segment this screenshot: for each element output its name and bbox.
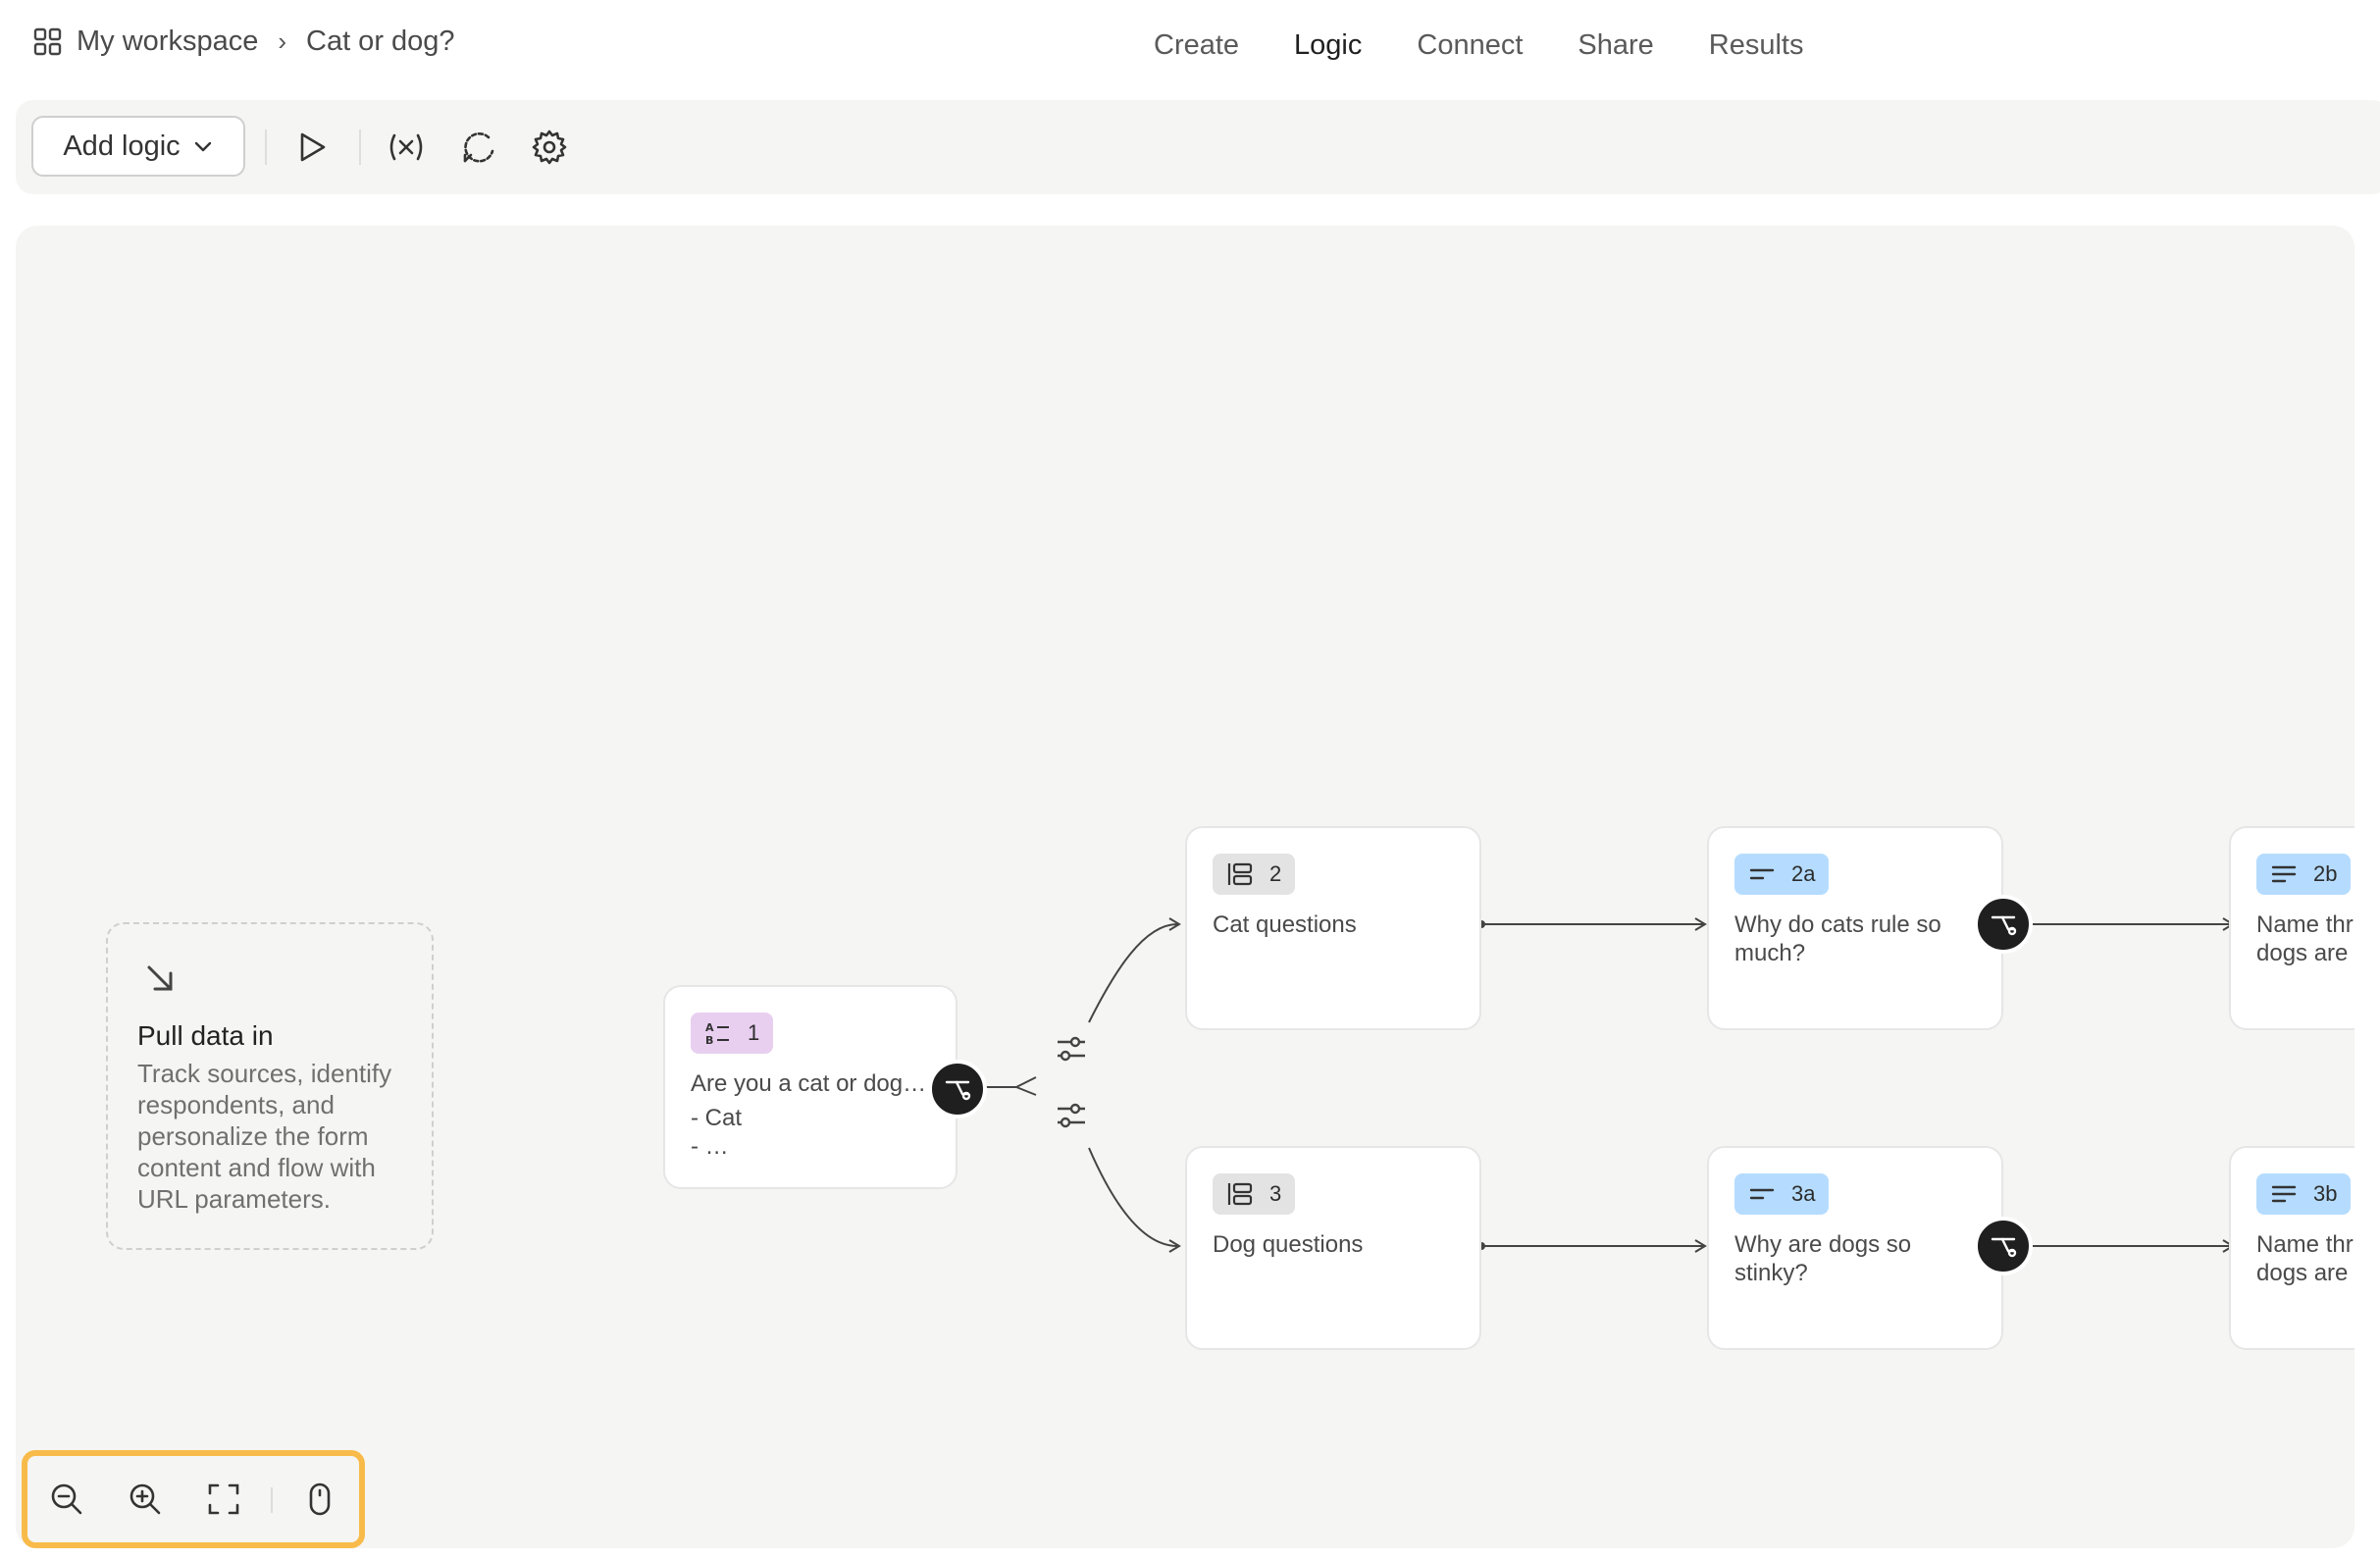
branch-icon[interactable]: [928, 1060, 987, 1118]
chevron-down-icon: [192, 135, 214, 157]
question-badge: 3a: [1734, 1173, 1830, 1215]
question-badge: 2: [1213, 854, 1296, 895]
long-text-icon: [2270, 860, 2298, 888]
question-text: Name thr dogs are: [2256, 1230, 2354, 1287]
tab-results[interactable]: Results: [1682, 29, 1832, 62]
logic-toolbar: Add logic: [16, 100, 2380, 194]
tab-share[interactable]: Share: [1550, 29, 1681, 62]
pull-data-description: Track sources, identify respondents, and…: [137, 1059, 392, 1214]
top-bar: My workspace › Cat or dog? Create Logic …: [0, 0, 2380, 94]
play-preview-icon[interactable]: [292, 128, 332, 167]
fit-to-screen-icon[interactable]: [204, 1480, 243, 1519]
question-node-3b[interactable]: 3b Name thr dogs are: [2229, 1146, 2354, 1350]
question-badge: AB 1: [691, 1013, 774, 1054]
mouse-mode-icon[interactable]: [300, 1480, 339, 1519]
question-text-line: dogs are: [2256, 940, 2349, 966]
group-title: Cat questions: [1213, 911, 1357, 938]
pull-data-title: Pull data in: [137, 1020, 274, 1051]
short-text-icon: [1748, 860, 1776, 888]
svg-text:B: B: [705, 1034, 713, 1047]
multiple-choice-icon: AB: [704, 1019, 732, 1047]
question-node-1[interactable]: AB 1 Are you a cat or dog… - Cat - …: [663, 985, 957, 1189]
question-badge: 3b: [2256, 1173, 2352, 1215]
gear-icon[interactable]: [530, 128, 569, 167]
question-badge: 3: [1213, 1173, 1296, 1215]
logic-map-icon[interactable]: [459, 128, 498, 167]
main-nav: Create Logic Connect Share Results: [1126, 29, 1831, 62]
choice-option: - Cat: [691, 1105, 743, 1131]
question-text-line: dogs are: [2256, 1260, 2349, 1286]
question-group-icon: [1226, 860, 1254, 888]
zoom-out-icon[interactable]: [47, 1480, 86, 1519]
question-text: Are you a cat or dog… - Cat - …: [691, 1069, 926, 1161]
question-number: 2: [1269, 861, 1282, 886]
filter-sliders-icon[interactable]: [1054, 1097, 1089, 1132]
question-node-2b[interactable]: 2b Name thr dogs are: [2229, 826, 2354, 1030]
question-text-line: stinky?: [1734, 1260, 1808, 1286]
question-text: Why do cats rule so much?: [1734, 910, 1941, 967]
choice-option-more: - …: [691, 1133, 729, 1160]
question-group-node-3[interactable]: 3 Dog questions: [1185, 1146, 1481, 1350]
question-badge: 2b: [2256, 854, 2352, 895]
breadcrumb-separator: ›: [278, 26, 286, 56]
question-text-line: Why do cats rule so: [1734, 911, 1941, 938]
question-title: Are you a cat or dog…: [691, 1070, 927, 1097]
question-number: 1: [748, 1020, 760, 1045]
question-text: Name thr dogs are: [2256, 910, 2354, 967]
question-badge: 2a: [1734, 854, 1830, 895]
question-group-node-2[interactable]: 2 Cat questions: [1185, 826, 1481, 1030]
group-title: Dog questions: [1213, 1231, 1364, 1258]
tab-create[interactable]: Create: [1126, 29, 1267, 62]
arrow-down-right-icon: [143, 962, 177, 995]
question-node-2a[interactable]: 2a Why do cats rule so much?: [1707, 826, 2003, 1030]
toolbar-divider: [265, 130, 267, 165]
zoom-in-icon[interactable]: [126, 1480, 165, 1519]
question-text-line: Why are dogs so: [1734, 1231, 1912, 1258]
logic-canvas[interactable]: Pull data in Track sources, identify res…: [16, 226, 2354, 1548]
question-number: 3: [1269, 1181, 1282, 1206]
add-logic-button[interactable]: Add logic: [31, 116, 245, 177]
zoom-divider: [271, 1487, 273, 1513]
breadcrumb-workspace-link[interactable]: My workspace: [77, 26, 258, 58]
zoom-controls: [22, 1450, 365, 1548]
question-number: 2b: [2313, 861, 2338, 886]
breadcrumb: My workspace › Cat or dog?: [33, 26, 455, 58]
filter-sliders-icon[interactable]: [1054, 1030, 1089, 1066]
long-text-icon: [2270, 1180, 2298, 1208]
question-number: 3b: [2313, 1181, 2338, 1206]
breadcrumb-form-title[interactable]: Cat or dog?: [306, 26, 455, 58]
tab-connect[interactable]: Connect: [1389, 29, 1550, 62]
grid-icon[interactable]: [33, 27, 63, 57]
tab-logic[interactable]: Logic: [1267, 29, 1389, 62]
question-text-line: Name thr: [2256, 1231, 2354, 1258]
add-logic-label: Add logic: [63, 130, 181, 162]
question-number: 2a: [1791, 861, 1816, 886]
question-text-line: much?: [1734, 940, 1806, 966]
branch-icon[interactable]: [1974, 1217, 2033, 1275]
question-group-icon: [1226, 1180, 1254, 1208]
variables-icon[interactable]: [387, 128, 426, 167]
svg-text:A: A: [705, 1021, 714, 1034]
question-text: Why are dogs so stinky?: [1734, 1230, 1911, 1287]
question-node-3a[interactable]: 3a Why are dogs so stinky?: [1707, 1146, 2003, 1350]
question-number: 3a: [1791, 1181, 1816, 1206]
question-text-line: Name thr: [2256, 911, 2354, 938]
branch-icon[interactable]: [1974, 895, 2033, 954]
toolbar-divider: [359, 130, 361, 165]
short-text-icon: [1748, 1180, 1776, 1208]
pull-data-in-card[interactable]: Pull data in Track sources, identify res…: [106, 922, 434, 1250]
